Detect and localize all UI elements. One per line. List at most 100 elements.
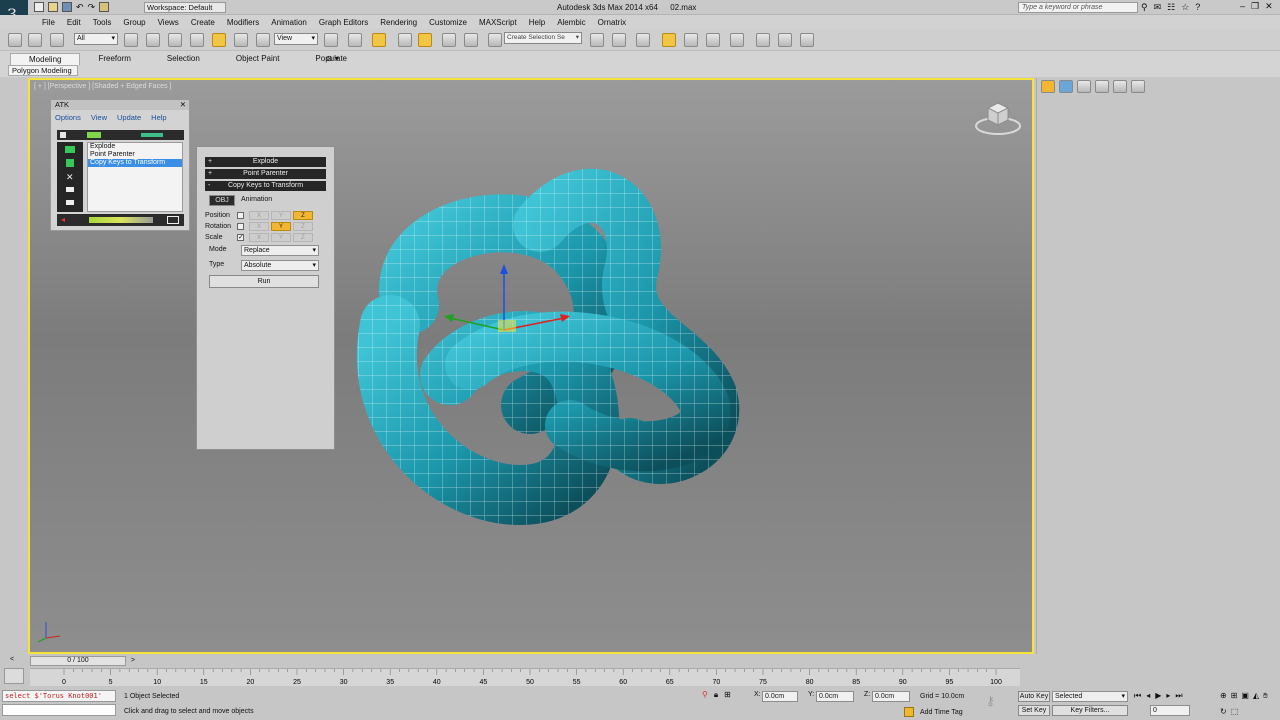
atk-run-icon[interactable]	[167, 216, 179, 224]
auto-key-button[interactable]: Auto Key	[1018, 691, 1050, 702]
help-icon[interactable]: ?	[1195, 2, 1200, 13]
isolate-selection-icon[interactable]: ⚲	[702, 690, 708, 702]
edit-named-selection-icon[interactable]	[488, 33, 502, 47]
prev-frame-icon[interactable]: ◂	[1146, 691, 1150, 703]
binoculars-icon[interactable]: ⚲	[1141, 2, 1148, 13]
absolute-mode-icon[interactable]: ⊞	[724, 690, 731, 702]
atk-close-icon[interactable]: ✕	[180, 100, 186, 110]
favorites-star-icon[interactable]: ☆	[1181, 2, 1189, 13]
viewport-label[interactable]: [ + ] [Perspective ] [Shaded + Edged Fac…	[34, 83, 171, 90]
axis-y-toggle[interactable]: Y	[271, 211, 291, 220]
window-controls[interactable]: – ❐ ✕	[1240, 1, 1280, 13]
percent-snap-icon[interactable]	[442, 33, 456, 47]
mode-dropdown[interactable]: Replace	[241, 245, 319, 256]
menu-alembic[interactable]: Alembic	[551, 18, 591, 27]
atk-tool-item[interactable]: Copy Keys to Transform	[88, 159, 182, 167]
track-bar[interactable]: 0 5 10 15 20 25 30 35 40 45 50 55 60 65 70 75 80 85 90 95 10…	[30, 668, 1020, 686]
next-frame-button-icon[interactable]: ▸	[1166, 691, 1170, 703]
selection-lock-icon[interactable]: 🔒︎	[714, 690, 718, 702]
link-icon[interactable]	[8, 33, 22, 47]
communication-icon[interactable]: ☷	[1167, 2, 1175, 13]
axis-y-toggle[interactable]: Y	[271, 222, 291, 231]
layer-explorer-icon[interactable]	[636, 33, 650, 47]
select-object-icon[interactable]	[124, 33, 138, 47]
menu-ornatrix[interactable]: Ornatrix	[592, 18, 632, 27]
axis-x-toggle[interactable]: X	[249, 222, 269, 231]
mirror-icon[interactable]	[590, 33, 604, 47]
menu-views[interactable]: Views	[152, 18, 185, 27]
bind-space-warp-icon[interactable]	[50, 33, 64, 47]
goto-end-icon[interactable]: ⏭	[1175, 691, 1182, 703]
orbit-icon[interactable]: ↻	[1220, 707, 1227, 718]
obj-button[interactable]: OBJ	[209, 195, 235, 206]
menu-create[interactable]: Create	[185, 18, 221, 27]
field-of-view-icon[interactable]: ◭	[1253, 691, 1259, 703]
menu-rendering[interactable]: Rendering	[374, 18, 423, 27]
save-file-icon[interactable]	[62, 2, 72, 12]
ribbon-tab-freeform[interactable]: Freeform	[80, 53, 148, 65]
hierarchy-tab-icon[interactable]	[1077, 80, 1091, 93]
atk-menu-options[interactable]: Options	[55, 113, 81, 123]
spinner-snap-icon[interactable]	[464, 33, 478, 47]
menu-tools[interactable]: Tools	[87, 18, 118, 27]
atk-menu-icon[interactable]	[60, 132, 66, 138]
material-editor-icon[interactable]	[730, 33, 744, 47]
play-icon[interactable]: ▶	[1155, 691, 1161, 703]
point-parenter-icon[interactable]	[66, 159, 74, 167]
atk-menu-help[interactable]: Help	[151, 113, 166, 123]
subscription-icon[interactable]: ✉	[1154, 2, 1162, 13]
keyboard-shortcut-override-icon[interactable]	[372, 33, 386, 47]
up-icon[interactable]	[66, 187, 74, 192]
angle-snap-icon[interactable]	[418, 33, 432, 47]
menu-file[interactable]: File	[36, 18, 61, 27]
menu-customize[interactable]: Customize	[423, 18, 473, 27]
clear-tool-icon[interactable]: ✕	[66, 173, 74, 182]
maximize-viewport-icon[interactable]: ⬚	[1231, 707, 1239, 718]
key-mode-dropdown[interactable]: Selected	[1052, 691, 1128, 702]
axis-row-checkbox[interactable]	[237, 223, 244, 230]
zoom-extents-icon[interactable]: ▣	[1241, 691, 1249, 703]
time-slider-prev-icon[interactable]: <	[10, 656, 14, 663]
menu-animation[interactable]: Animation	[265, 18, 313, 27]
project-folder-icon[interactable]	[99, 2, 110, 12]
minimize-icon[interactable]: –	[1240, 1, 1245, 13]
select-manipulate-icon[interactable]	[348, 33, 362, 47]
atk-menu-update[interactable]: Update	[117, 113, 141, 123]
key-filters-button[interactable]: Key Filters...	[1052, 705, 1128, 716]
rollout-explode[interactable]: + Explode	[205, 157, 326, 167]
rollout-copy-keys-to-transform[interactable]: - Copy Keys to Transform	[205, 181, 326, 191]
atk-settings-icon[interactable]: ◂	[61, 216, 65, 224]
menu-maxscript[interactable]: MAXScript	[473, 18, 523, 27]
axis-row-checkbox[interactable]: ✓	[237, 234, 244, 241]
time-tag-icon[interactable]	[904, 707, 914, 717]
window-crossing-icon[interactable]	[190, 33, 204, 47]
goto-start-icon[interactable]: ⏮	[1134, 691, 1141, 703]
undo-icon[interactable]: ↶	[76, 2, 84, 13]
axis-y-toggle[interactable]: Y	[271, 233, 291, 242]
pivot-center-icon[interactable]	[324, 33, 338, 47]
maxscript-listener[interactable]: select $'Torus Knot001'	[2, 690, 116, 702]
move-gizmo[interactable]	[440, 260, 580, 350]
curve-editor-icon[interactable]	[684, 33, 698, 47]
ribbon-tab-object-paint[interactable]: Object Paint	[218, 53, 298, 65]
ribbon-tab-selection[interactable]: Selection	[149, 53, 218, 65]
schematic-view-icon[interactable]	[706, 33, 720, 47]
zoom-all-icon[interactable]: ⊞	[1231, 691, 1238, 703]
reference-coordinate-dropdown[interactable]: View ▾	[274, 33, 318, 45]
torus-knot-object[interactable]	[330, 165, 750, 545]
graphite-toggle-icon[interactable]	[662, 33, 676, 47]
workspace-dropdown[interactable]: Workspace: Default	[144, 2, 226, 13]
selection-filter-dropdown[interactable]: All ▾	[74, 33, 118, 45]
redo-icon[interactable]: ↷	[88, 2, 96, 13]
menu-edit[interactable]: Edit	[61, 18, 87, 27]
atk-tool-item[interactable]: Point Parenter	[88, 151, 182, 159]
next-frame-icon[interactable]: >	[131, 657, 135, 665]
select-and-move-icon[interactable]	[212, 33, 226, 47]
search-field[interactable]: Type a keyword or phrase	[1018, 2, 1138, 13]
rollout-point-parenter[interactable]: + Point Parenter	[205, 169, 326, 179]
set-key-icon[interactable]: ⚷	[986, 694, 1012, 712]
menu-graph-editors[interactable]: Graph Editors	[313, 18, 374, 27]
atk-menu-view[interactable]: View	[91, 113, 107, 123]
maxscript-output[interactable]	[2, 704, 116, 716]
down-icon[interactable]	[66, 200, 74, 205]
